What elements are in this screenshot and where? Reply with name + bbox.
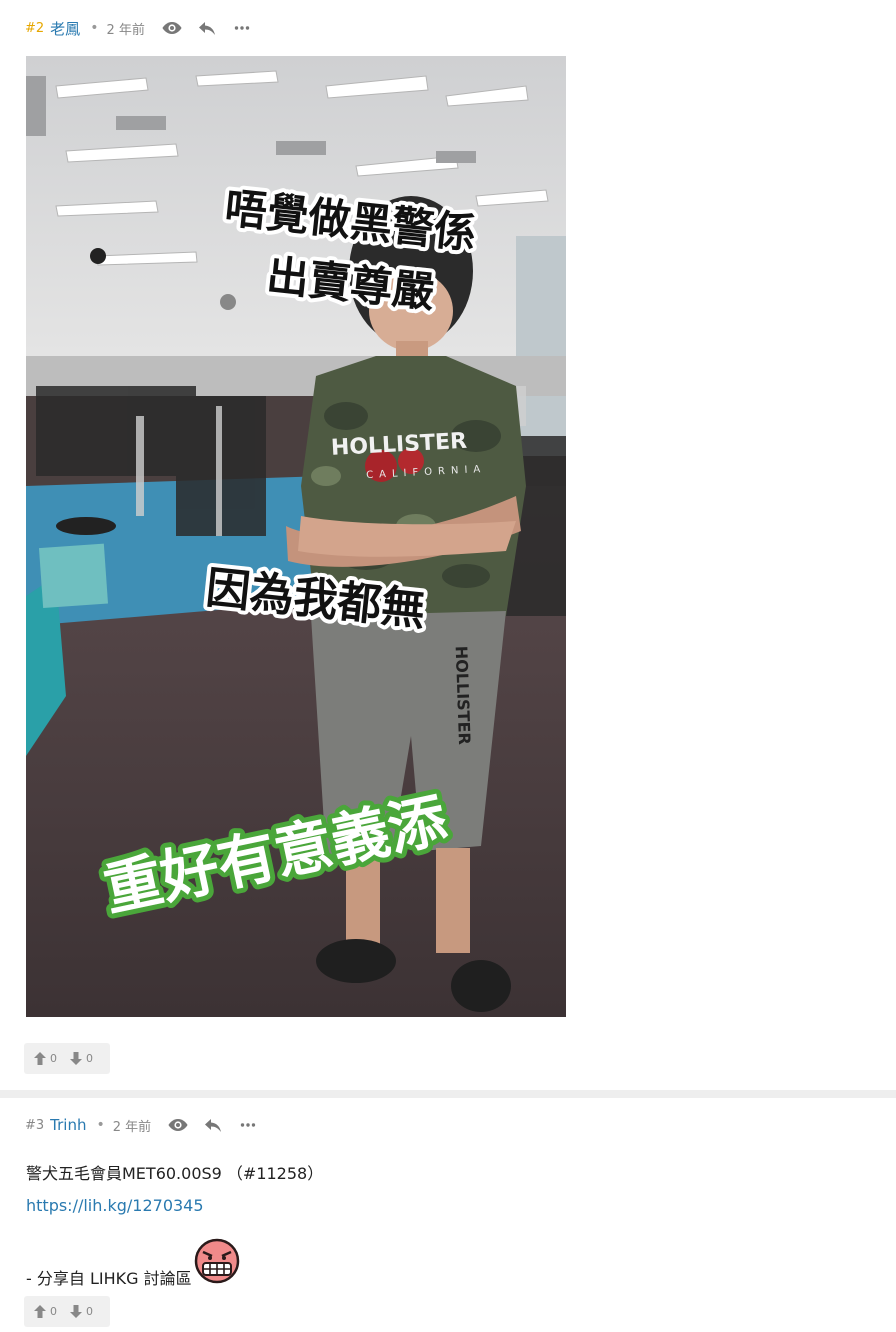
post-content: 警犬五毛會員MET60.00S9 （#11258） https://lih.kg… [26, 1158, 323, 1290]
reply-icon[interactable] [194, 17, 220, 39]
username-link[interactable]: Trinh [50, 1116, 86, 1134]
separator-dot: • [90, 20, 99, 36]
post-time: 2 年前 [112, 1119, 152, 1135]
post-meta: #3 Trinh • 2 年前 [25, 1113, 270, 1137]
downvote-count: 0 [86, 1052, 93, 1065]
separator-dot: • [96, 1117, 105, 1133]
upvote-count: 0 [50, 1305, 57, 1318]
thumb-down-icon [70, 1305, 82, 1318]
grinning-emoji-icon [194, 1238, 239, 1284]
post-text-line: 警犬五毛會員MET60.00S9 （#11258） [26, 1164, 324, 1183]
thumb-up-icon [34, 1305, 46, 1318]
upvote-button[interactable]: 0 [34, 1052, 57, 1065]
thumb-down-icon [70, 1052, 82, 1065]
reply-icon[interactable] [200, 1114, 226, 1136]
downvote-count: 0 [86, 1305, 93, 1318]
share-signature: - 分享自 LIHKG 討論區 [26, 1269, 192, 1288]
post-time: 2 年前 [106, 22, 145, 38]
vote-bar: 0 0 [24, 1296, 110, 1327]
reply-post-3: #3 Trinh • 2 年前 警犬五毛會員MET60.00S9 （#11258… [0, 1098, 896, 1332]
upvote-count: 0 [50, 1052, 57, 1065]
post-divider [0, 1090, 896, 1098]
downvote-button[interactable]: 0 [70, 1052, 93, 1065]
eye-icon[interactable] [165, 1114, 191, 1136]
eye-icon[interactable] [159, 17, 185, 39]
floor-number: #3 [25, 1117, 45, 1133]
post-meta: #2 老鳳 • 2 年前 [25, 16, 264, 40]
thumb-up-icon [34, 1052, 46, 1065]
reply-post-2: #2 老鳳 • 2 年前 HOLLISTER CALIFORNIA HOLLIS… [0, 0, 896, 1090]
shorts-text: HOLLISTER [452, 645, 474, 745]
vote-bar: 0 0 [24, 1043, 110, 1074]
more-icon[interactable] [229, 17, 255, 39]
post-link[interactable]: https://lih.kg/1270345 [26, 1196, 204, 1215]
more-icon[interactable] [235, 1114, 261, 1136]
floor-number: #2 [25, 20, 45, 36]
upvote-button[interactable]: 0 [34, 1305, 57, 1318]
post-image[interactable]: HOLLISTER CALIFORNIA HOLLISTER 唔覺做黑警係 出賣… [26, 56, 566, 1017]
downvote-button[interactable]: 0 [70, 1305, 93, 1318]
username-link[interactable]: 老鳳 [50, 18, 80, 39]
